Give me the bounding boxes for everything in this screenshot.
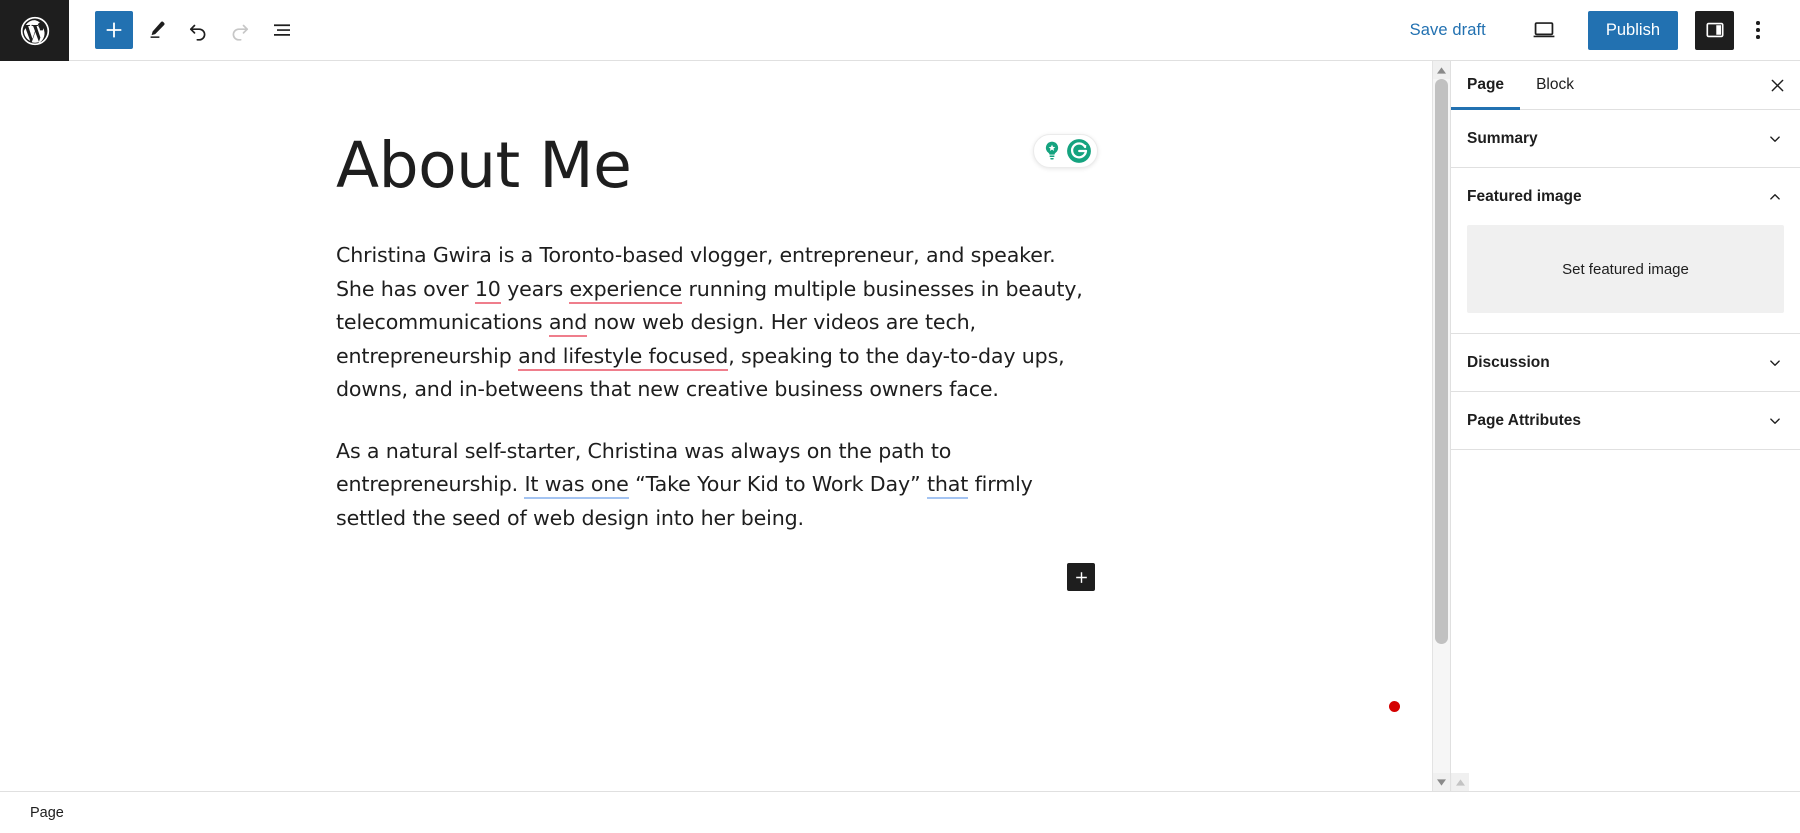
tools-pencil-icon[interactable] (137, 11, 175, 49)
chevron-down-icon (1766, 412, 1784, 430)
block-appender-row (336, 563, 1096, 591)
settings-sidebar: Page Block Summary (1450, 61, 1800, 791)
scroll-down-arrow-icon[interactable] (1433, 773, 1450, 791)
settings-sidebar-toggle[interactable] (1695, 11, 1734, 50)
close-sidebar-button[interactable] (1754, 61, 1800, 109)
panel-featured-image-header[interactable]: Featured image (1451, 168, 1800, 225)
scroll-up-arrow-icon[interactable] (1452, 773, 1469, 791)
sidebar-empty-space (1451, 450, 1800, 773)
canvas-scrollbar-thumb[interactable] (1435, 79, 1448, 644)
grammarly-logo-icon[interactable] (1066, 138, 1092, 164)
tab-bar-spacer (1590, 61, 1754, 109)
style-suggestion-segment[interactable]: that (927, 472, 968, 499)
wordpress-logo-icon[interactable] (0, 0, 69, 61)
panel-title: Discussion (1467, 354, 1550, 372)
top-bar-spacer (301, 0, 1398, 60)
scroll-up-arrow-icon[interactable] (1433, 61, 1450, 79)
editor-top-bar: Save draft Publish (0, 0, 1800, 61)
canvas-scrollbar[interactable] (1432, 61, 1450, 791)
canvas-scrollbar-track[interactable] (1433, 79, 1450, 773)
spelling-error-segment[interactable]: and (549, 310, 587, 337)
block-appender-button[interactable] (1067, 563, 1095, 591)
style-suggestion-segment[interactable]: It was one (524, 472, 628, 499)
undo-button[interactable] (179, 11, 217, 49)
panel-featured-image-body: Set featured image (1451, 225, 1800, 333)
spelling-error-segment[interactable]: and lifestyle focused (518, 344, 728, 371)
publish-button[interactable]: Publish (1588, 11, 1678, 50)
add-block-button[interactable] (95, 11, 133, 49)
post-paragraphs: Christina Gwira is a Toronto-based vlogg… (336, 239, 1096, 591)
caret-position-indicator (1389, 701, 1400, 712)
post-title[interactable]: About Me (336, 131, 631, 200)
top-bar-right-actions: Save draft Publish (1398, 0, 1800, 60)
set-featured-image-label: Set featured image (1562, 261, 1689, 278)
panel-page-attributes: Page Attributes (1451, 392, 1800, 450)
post-content-area: About Me (336, 61, 1096, 591)
editor-body: About Me (0, 61, 1800, 791)
chevron-down-icon (1766, 354, 1784, 372)
panel-featured-image: Featured image Set featured image (1451, 168, 1800, 334)
lightbulb-idea-icon[interactable] (1039, 138, 1065, 164)
post-title-row: About Me (336, 131, 1096, 200)
redo-button[interactable] (221, 11, 259, 49)
set-featured-image-button[interactable]: Set featured image (1467, 225, 1784, 313)
text-segment: “Take Your Kid to Work Day” (629, 472, 927, 496)
editor-canvas-region: About Me (0, 61, 1450, 791)
panel-title: Summary (1467, 130, 1538, 148)
panel-discussion: Discussion (1451, 334, 1800, 392)
paragraph-block[interactable]: Christina Gwira is a Toronto-based vlogg… (336, 239, 1096, 407)
wordpress-editor-app: Save draft Publish (0, 0, 1800, 833)
tab-page[interactable]: Page (1451, 61, 1520, 109)
spelling-error-segment[interactable]: 10 (475, 277, 501, 304)
paragraph-block[interactable]: As a natural self-starter, Christina was… (336, 435, 1096, 536)
panel-discussion-header[interactable]: Discussion (1451, 334, 1800, 391)
kebab-menu-icon (1756, 21, 1760, 39)
editor-canvas[interactable]: About Me (0, 61, 1432, 791)
writing-assistant-pill[interactable] (1033, 134, 1098, 168)
text-segment: years (501, 277, 570, 301)
sidebar-tab-bar: Page Block (1451, 61, 1800, 110)
chevron-up-icon (1766, 188, 1784, 206)
panel-page-attributes-header[interactable]: Page Attributes (1451, 392, 1800, 449)
panel-summary: Summary (1451, 110, 1800, 168)
editor-status-bar: Page (0, 791, 1800, 833)
breadcrumb[interactable]: Page (30, 805, 64, 821)
tab-block[interactable]: Block (1520, 61, 1590, 109)
spelling-error-segment[interactable]: experience (569, 277, 682, 304)
preview-button[interactable] (1522, 10, 1566, 50)
panel-title: Page Attributes (1467, 412, 1581, 430)
more-options-button[interactable] (1738, 10, 1778, 50)
sidebar-scrollbar[interactable] (1451, 773, 1469, 791)
chevron-down-icon (1766, 130, 1784, 148)
list-view-button[interactable] (263, 11, 301, 49)
sidebar-inner: Page Block Summary (1451, 61, 1800, 773)
save-draft-button[interactable]: Save draft (1398, 13, 1498, 48)
panel-summary-header[interactable]: Summary (1451, 110, 1800, 167)
panel-title: Featured image (1467, 188, 1582, 206)
top-bar-left-tools (69, 0, 301, 60)
